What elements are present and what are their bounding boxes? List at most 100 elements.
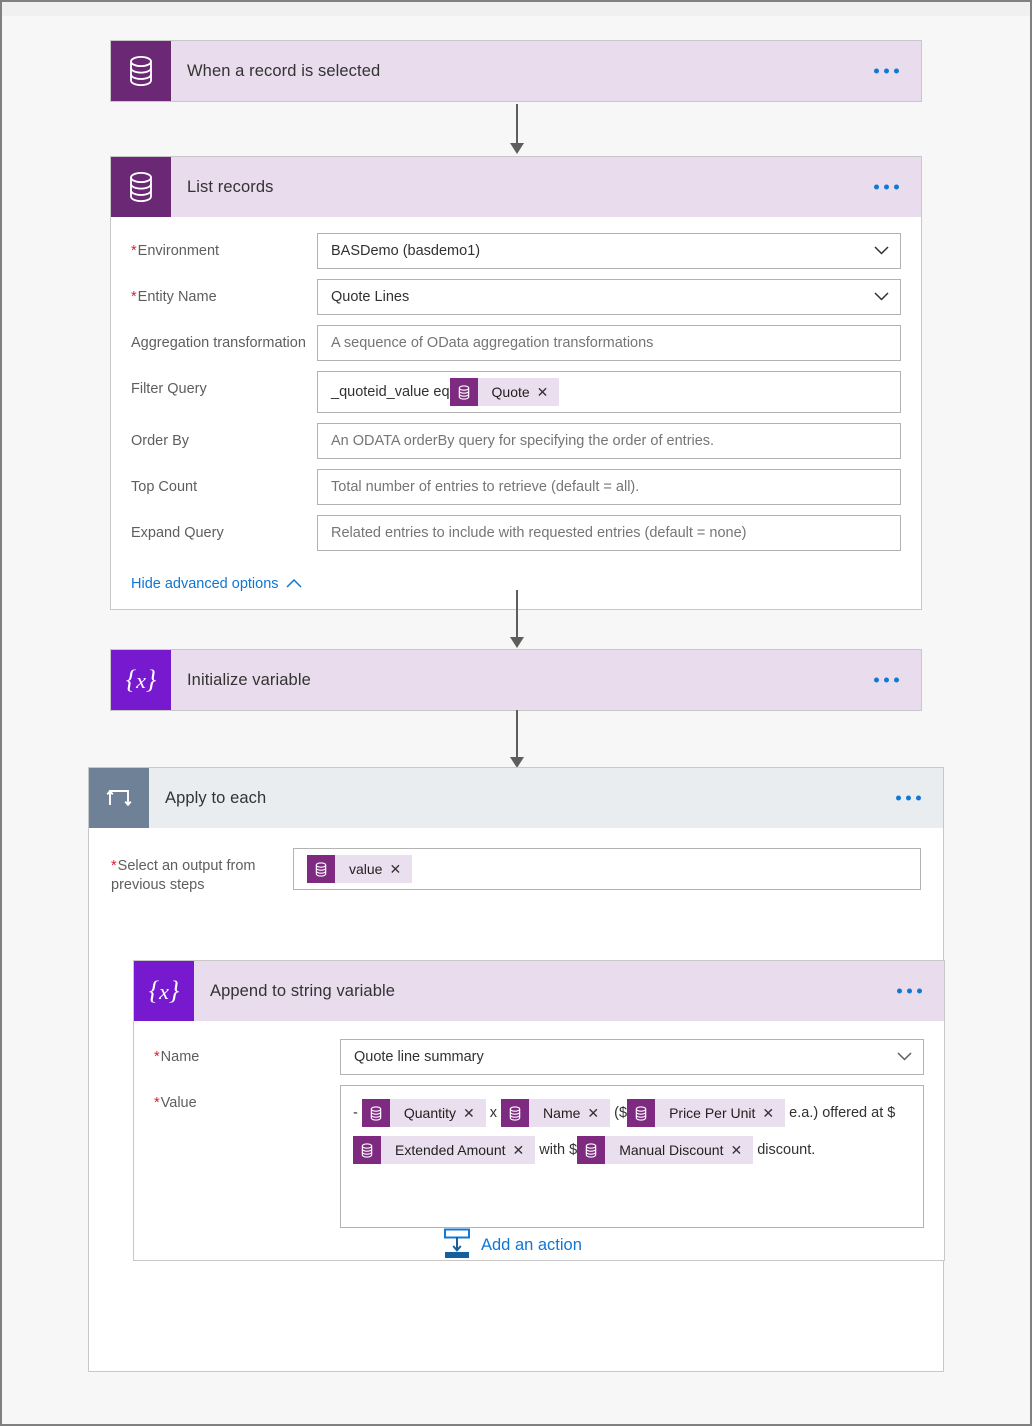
required-asterisk: * <box>111 858 117 874</box>
card-header-append-to-string[interactable]: {x} Append to string variable <box>134 961 944 1021</box>
more-options-icon-initialize-variable[interactable] <box>874 677 899 683</box>
token-chip-label: Price Per Unit <box>669 1104 756 1121</box>
field-row-top-count: Top Count <box>131 469 901 505</box>
svg-text:{x}: {x} <box>126 665 157 694</box>
close-icon[interactable]: ✕ <box>463 1106 486 1120</box>
value-literal-text: with $ <box>535 1142 578 1158</box>
variable-icon: {x} <box>111 650 171 710</box>
more-options-icon-trigger[interactable] <box>874 68 899 74</box>
card-header-trigger[interactable]: When a record is selected <box>111 41 921 101</box>
add-an-action-button[interactable]: Add an action <box>443 1228 582 1263</box>
card-title-initialize-variable: Initialize variable <box>187 670 311 689</box>
token-chip-label: value <box>349 861 383 877</box>
required-asterisk: * <box>154 1095 160 1111</box>
apply-to-each-body: *Select an output from previous steps va… <box>89 828 945 1261</box>
order-by-input[interactable] <box>317 423 901 459</box>
more-options-icon-list-records[interactable] <box>874 184 899 190</box>
filter-query-input[interactable]: _quoteid_value eq Quote ✕ <box>317 371 901 413</box>
connector-trigger-to-list <box>510 104 524 154</box>
entity-name-dropdown[interactable]: Quote Lines <box>317 279 901 315</box>
required-asterisk: * <box>131 289 137 305</box>
field-label-filter-query: Filter Query <box>131 381 207 397</box>
required-asterisk: * <box>131 243 137 259</box>
canvas-top-strip <box>2 2 1030 16</box>
field-label-order-by: Order By <box>131 433 190 449</box>
database-icon <box>353 1136 381 1165</box>
variable-name-dropdown[interactable]: Quote line summary <box>340 1039 924 1075</box>
loop-icon <box>89 768 149 828</box>
token-chip-extended-amount[interactable]: Extended Amount ✕ <box>353 1136 536 1165</box>
close-icon[interactable]: ✕ <box>389 862 412 876</box>
token-chip-manual-discount[interactable]: Manual Discount ✕ <box>577 1136 754 1165</box>
token-chip-price-per-unit[interactable]: Price Per Unit ✕ <box>627 1099 786 1128</box>
add-an-action-label: Add an action <box>481 1236 582 1254</box>
more-options-icon-append-to-string[interactable] <box>897 988 922 994</box>
value-literal-text: offered at $ <box>822 1105 896 1121</box>
top-count-input[interactable] <box>317 469 901 505</box>
aggregation-transformation-input[interactable] <box>317 325 901 361</box>
field-label-select-output: *Select an output from previous steps <box>111 858 256 893</box>
environment-dropdown[interactable]: BASDemo (basdemo1) <box>317 233 901 269</box>
field-label-top-count: Top Count <box>131 479 198 495</box>
card-title-apply-to-each: Apply to each <box>165 788 267 807</box>
close-icon[interactable]: ✕ <box>513 1143 536 1157</box>
token-chip-value[interactable]: value ✕ <box>307 855 413 883</box>
hide-advanced-options-label: Hide advanced options <box>131 576 279 592</box>
token-chip-label: Extended Amount <box>395 1141 506 1158</box>
filter-query-prefix-text: _quoteid_value eq <box>331 384 450 400</box>
token-chip-label: Name <box>543 1104 581 1121</box>
card-header-initialize-variable[interactable]: {x} Initialize variable <box>111 650 921 710</box>
field-row-aggregation-transformation: Aggregation transformation <box>131 325 901 361</box>
action-card-append-to-string[interactable]: {x} Append to string variable * Name Quot… <box>133 960 945 1261</box>
list-records-form: *Environment BASDemo (basdemo1) *Entity … <box>111 217 921 609</box>
required-asterisk: * <box>154 1049 160 1065</box>
action-card-apply-to-each[interactable]: Apply to each *Select an output from pre… <box>88 767 945 1372</box>
chevron-down-icon[interactable] <box>874 292 889 301</box>
close-icon[interactable]: ✕ <box>537 385 560 399</box>
action-card-trigger[interactable]: When a record is selected <box>110 40 922 102</box>
action-card-list-records[interactable]: List records *Environment BASDemo (basde… <box>110 156 922 610</box>
chevron-up-icon <box>286 576 302 592</box>
value-literal-text: - <box>353 1105 362 1121</box>
field-row-entity-name: *Entity Name Quote Lines <box>131 279 901 315</box>
card-header-list-records[interactable]: List records <box>111 157 921 217</box>
close-icon[interactable]: ✕ <box>730 1143 753 1157</box>
token-chip-quantity[interactable]: Quantity ✕ <box>361 1099 486 1128</box>
card-title-trigger: When a record is selected <box>187 61 381 80</box>
database-icon <box>501 1099 530 1128</box>
close-icon[interactable]: ✕ <box>587 1106 610 1120</box>
expand-query-input[interactable] <box>317 515 901 551</box>
field-label-variable-value: *Value <box>154 1095 197 1111</box>
chevron-down-icon[interactable] <box>874 246 889 255</box>
field-row-variable-name: *Name Quote line summary <box>154 1039 924 1075</box>
field-label-entity-name: *Entity Name <box>131 289 217 305</box>
token-chip-quote[interactable]: Quote ✕ <box>449 378 560 406</box>
hide-advanced-options-link[interactable]: Hide advanced options <box>131 576 302 592</box>
token-chip-name[interactable]: Name ✕ <box>501 1099 611 1128</box>
card-title-list-records: List records <box>187 177 274 196</box>
value-literal-text: discount. <box>753 1142 816 1158</box>
flow-designer-canvas: When a record is selected List records *… <box>0 0 1032 1426</box>
action-card-initialize-variable[interactable]: {x} Initialize variable <box>110 649 922 711</box>
close-icon[interactable]: ✕ <box>762 1106 785 1120</box>
token-chip-label: Quantity <box>403 1104 456 1121</box>
field-label-aggregation-transformation: Aggregation transformation <box>131 335 306 351</box>
value-literal-text: e.a.) <box>785 1105 823 1121</box>
database-icon <box>111 157 171 217</box>
more-options-icon-apply-to-each[interactable] <box>896 795 921 801</box>
chevron-down-icon[interactable] <box>897 1052 912 1061</box>
value-literal-text: x <box>485 1105 502 1121</box>
value-literal-text: ($ <box>610 1105 628 1121</box>
database-icon <box>361 1099 390 1128</box>
variable-value-editor[interactable]: - Quantity ✕ x Name ✕ ($ Price Per Unit ✕ e.… <box>340 1085 924 1228</box>
field-label-expand-query: Expand Query <box>131 525 224 541</box>
svg-text:{x}: {x} <box>149 976 180 1005</box>
database-icon <box>449 378 478 406</box>
connector-initialize-to-loop <box>510 710 524 770</box>
select-output-input[interactable]: value ✕ <box>293 848 921 890</box>
database-icon <box>111 41 171 101</box>
card-header-apply-to-each[interactable]: Apply to each <box>89 768 943 828</box>
token-chip-label: Quote <box>491 384 530 400</box>
variable-icon: {x} <box>134 961 194 1021</box>
add-action-icon <box>443 1228 471 1263</box>
